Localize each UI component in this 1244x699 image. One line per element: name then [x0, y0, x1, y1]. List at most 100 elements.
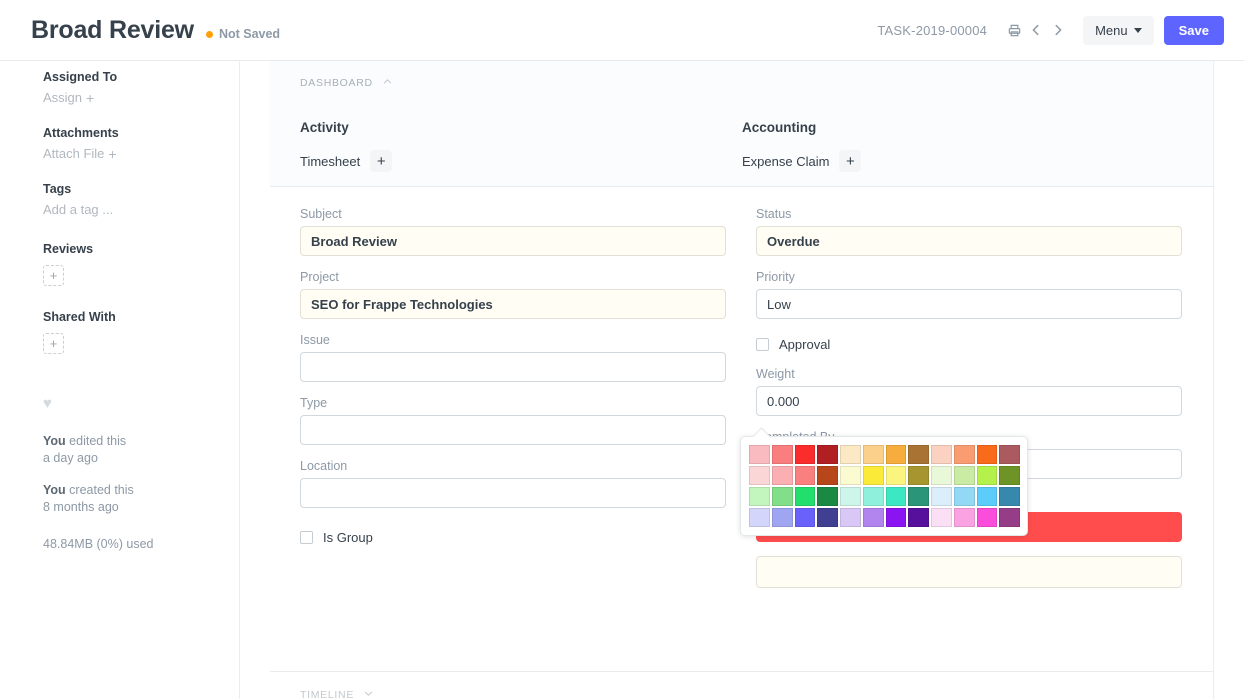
is-group-checkbox[interactable] [300, 531, 313, 544]
document-id: TASK-2019-00004 [877, 23, 987, 38]
chevron-down-icon [1134, 28, 1142, 33]
color-swatch[interactable] [840, 487, 861, 506]
color-swatch[interactable] [840, 466, 861, 485]
like-button[interactable]: ♥ [43, 396, 221, 411]
color-swatch[interactable] [817, 466, 838, 485]
activity-created-time: 8 months ago [43, 499, 221, 516]
color-swatch[interactable] [977, 487, 998, 506]
color-swatch[interactable] [999, 487, 1020, 506]
color-swatch[interactable] [977, 508, 998, 527]
project-input[interactable]: SEO for Frappe Technologies [300, 289, 726, 319]
plus-icon: + [86, 91, 94, 105]
color-swatch[interactable] [886, 487, 907, 506]
color-swatch[interactable] [772, 466, 793, 485]
priority-input[interactable]: Low [756, 289, 1182, 319]
sidebar: Assigned To Assign + Attachments Attach … [0, 61, 240, 699]
attach-file-action[interactable]: Attach File + [43, 146, 117, 161]
color-swatch[interactable] [931, 445, 952, 464]
color-swatch[interactable] [954, 487, 975, 506]
color-swatch[interactable] [772, 508, 793, 527]
activity-created-actor: You [43, 483, 66, 497]
issue-input[interactable] [300, 352, 726, 382]
status-input[interactable]: Overdue [756, 226, 1182, 256]
add-share-button[interactable]: + [43, 333, 64, 354]
assign-action-label: Assign [43, 90, 82, 105]
expense-claim-link[interactable]: Expense Claim [742, 154, 829, 169]
color-swatch[interactable] [908, 508, 929, 527]
color-swatch[interactable] [863, 466, 884, 485]
color-swatch[interactable] [999, 508, 1020, 527]
plus-icon: + [846, 154, 855, 169]
color-swatch[interactable] [977, 466, 998, 485]
color-swatch[interactable] [908, 466, 929, 485]
color-swatch[interactable] [931, 487, 952, 506]
chevron-right-icon[interactable] [1047, 17, 1069, 43]
expense-claim-row: Expense Claim + [742, 150, 1184, 172]
color-swatch[interactable] [749, 445, 770, 464]
field-label-type: Type [300, 396, 726, 410]
color-swatch[interactable] [795, 508, 816, 527]
color-swatch[interactable] [886, 466, 907, 485]
title-group: Broad Review Not Saved [0, 18, 280, 43]
timesheet-link[interactable]: Timesheet [300, 154, 360, 169]
color-swatch[interactable] [863, 445, 884, 464]
field-location: Location [300, 459, 726, 508]
sidebar-heading-tags: Tags [43, 182, 221, 196]
color-swatch[interactable] [817, 445, 838, 464]
color-swatch[interactable] [886, 508, 907, 527]
add-review-button[interactable]: + [43, 265, 64, 286]
chevron-down-icon [363, 688, 374, 699]
dashboard-column-activity: Activity Timesheet + [300, 120, 742, 172]
color-swatch[interactable] [772, 445, 793, 464]
color-swatch[interactable] [886, 445, 907, 464]
storage-usage: 48.84MB (0%) used [43, 536, 221, 553]
dashboard-section-header[interactable]: DASHBOARD [300, 76, 1184, 90]
chevron-up-icon [382, 76, 393, 90]
add-expense-claim-button[interactable]: + [839, 150, 861, 172]
color-swatch[interactable] [931, 508, 952, 527]
hidden-modified-input[interactable] [756, 556, 1182, 588]
color-swatch[interactable] [817, 487, 838, 506]
color-swatch[interactable] [954, 445, 975, 464]
plus-icon: + [108, 147, 116, 161]
approval-checkbox[interactable] [756, 338, 769, 351]
field-column-left: Subject Broad Review Project SEO for Fra… [300, 207, 726, 602]
color-swatch[interactable] [863, 487, 884, 506]
color-swatch[interactable] [931, 466, 952, 485]
type-input[interactable] [300, 415, 726, 445]
color-swatch[interactable] [749, 487, 770, 506]
color-swatch[interactable] [795, 445, 816, 464]
menu-button[interactable]: Menu [1083, 16, 1154, 45]
weight-input[interactable]: 0.000 [756, 386, 1182, 416]
color-swatch[interactable] [977, 445, 998, 464]
timeline-section-header[interactable]: TIMELINE [300, 688, 1184, 699]
add-timesheet-button[interactable]: + [370, 150, 392, 172]
color-swatch[interactable] [795, 487, 816, 506]
color-swatch[interactable] [999, 466, 1020, 485]
location-input[interactable] [300, 478, 726, 508]
color-swatch[interactable] [908, 487, 929, 506]
color-swatch[interactable] [817, 508, 838, 527]
add-tag-label: Add a tag ... [43, 202, 113, 217]
color-swatch[interactable] [840, 508, 861, 527]
color-swatch[interactable] [999, 445, 1020, 464]
color-swatch[interactable] [749, 466, 770, 485]
print-icon[interactable] [1003, 17, 1025, 43]
color-swatch[interactable] [749, 508, 770, 527]
heart-icon: ♥ [43, 395, 52, 412]
color-swatch[interactable] [954, 466, 975, 485]
field-hidden-modified [756, 556, 1182, 588]
assign-action[interactable]: Assign + [43, 90, 94, 105]
color-swatch[interactable] [863, 508, 884, 527]
color-swatch[interactable] [840, 445, 861, 464]
save-button[interactable]: Save [1164, 16, 1224, 45]
color-swatch[interactable] [908, 445, 929, 464]
color-swatch[interactable] [795, 466, 816, 485]
color-swatch[interactable] [954, 508, 975, 527]
subject-input[interactable]: Broad Review [300, 226, 726, 256]
color-swatch[interactable] [772, 487, 793, 506]
chevron-left-icon[interactable] [1025, 17, 1047, 43]
dashboard-activity-title: Activity [300, 120, 742, 135]
form-container: DASHBOARD Activity Timesheet + Accou [270, 61, 1214, 699]
add-tag-input[interactable]: Add a tag ... [43, 202, 113, 217]
